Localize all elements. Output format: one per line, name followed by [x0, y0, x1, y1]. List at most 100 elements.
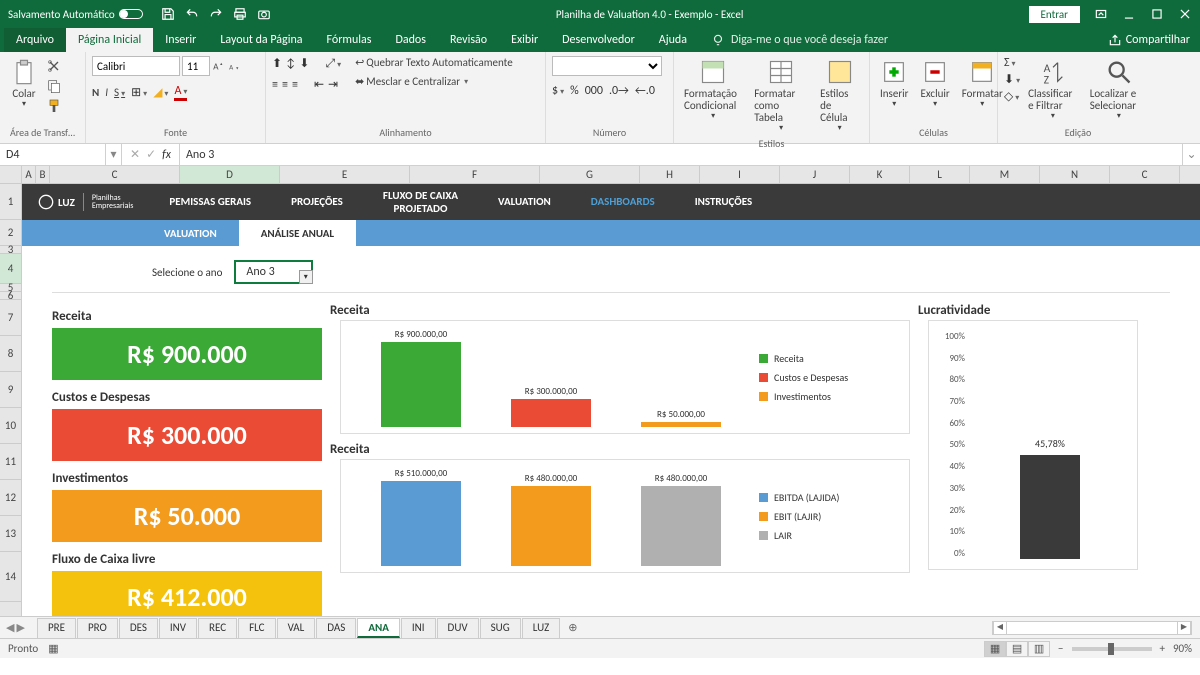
zoom-level[interactable]: 90% — [1173, 642, 1192, 655]
sheet-tab-DES[interactable]: DES — [119, 618, 158, 638]
close-icon[interactable] — [1178, 7, 1192, 21]
zoom-slider[interactable] — [1072, 647, 1152, 651]
fill-button[interactable]: ⬇ — [1004, 72, 1020, 87]
font-color-button[interactable]: A — [174, 84, 187, 101]
insert-cells-button[interactable]: Inserir▾ — [876, 56, 913, 111]
name-box[interactable]: D4 — [0, 144, 106, 165]
sheet-tab-PRO[interactable]: PRO — [77, 618, 118, 638]
col-header-K[interactable]: K — [850, 166, 910, 183]
dash-nav-instruções[interactable]: INSTRUÇÕES — [675, 195, 772, 208]
tab-exibir[interactable]: Exibir — [499, 28, 550, 52]
cell-styles-button[interactable]: Estilos de Célula▾ — [816, 56, 863, 135]
normal-view-button[interactable]: ▦ — [984, 641, 1006, 657]
percent-button[interactable]: % — [570, 84, 579, 98]
tab-layout[interactable]: Layout da Página — [208, 28, 314, 52]
tab-revisao[interactable]: Revisão — [438, 28, 499, 52]
increase-decimal-icon[interactable]: .0→ — [609, 84, 629, 98]
maximize-icon[interactable] — [1150, 7, 1164, 21]
cancel-formula-icon[interactable]: ✕ — [130, 147, 140, 162]
sort-filter-button[interactable]: AZ Classificar e Filtrar▾ — [1024, 56, 1082, 123]
format-as-table-button[interactable]: Formatar como Tabela▾ — [750, 56, 812, 135]
paste-button[interactable]: Colar▾ — [6, 56, 42, 111]
sheet-tab-DAS[interactable]: DAS — [316, 618, 356, 638]
align-bottom-icon[interactable]: ⬇ — [299, 56, 309, 71]
sheet-tab-FLC[interactable]: FLC — [238, 618, 275, 638]
enter-formula-icon[interactable]: ✓ — [146, 147, 156, 162]
fill-color-button[interactable]: ◢ — [153, 85, 168, 100]
horizontal-scrollbar[interactable]: ◀▶ — [992, 621, 1192, 635]
dash-nav-valuation[interactable]: VALUATION — [478, 195, 571, 208]
col-header-J[interactable]: J — [780, 166, 850, 183]
increase-font-icon[interactable]: A▴ — [212, 59, 226, 73]
tab-dados[interactable]: Dados — [383, 28, 437, 52]
tab-scroll-left[interactable]: ◀ — [6, 621, 14, 634]
autosave-toggle[interactable]: Salvamento Automático — [8, 8, 143, 21]
col-header-B[interactable]: B — [36, 166, 50, 183]
year-dropdown-icon[interactable]: ▾ — [299, 270, 313, 284]
col-header-F[interactable]: F — [410, 166, 540, 183]
sheet-tab-DUV[interactable]: DUV — [437, 618, 479, 638]
border-button[interactable]: ⊞ — [131, 85, 147, 100]
name-box-dropdown[interactable]: ▾ — [106, 144, 122, 165]
tab-desenvolvedor[interactable]: Desenvolvedor — [550, 28, 647, 52]
tab-arquivo[interactable]: Arquivo — [4, 28, 66, 52]
zoom-out-button[interactable]: − — [1058, 642, 1063, 655]
row-header-8[interactable]: 8 — [0, 336, 21, 372]
number-format-select[interactable] — [552, 56, 662, 76]
dash-nav-dashboards[interactable]: DASHBOARDS — [571, 195, 675, 208]
row-header-10[interactable]: 10 — [0, 408, 21, 444]
currency-button[interactable]: $ — [552, 84, 564, 98]
sheet-tab-INV[interactable]: INV — [159, 618, 197, 638]
save-icon[interactable] — [161, 7, 175, 21]
col-header-E[interactable]: E — [280, 166, 410, 183]
share-button[interactable]: Compartilhar — [1108, 28, 1200, 52]
col-header-I[interactable]: I — [700, 166, 780, 183]
dash-nav-pemissas-gerais[interactable]: PEMISSAS GERAIS — [149, 195, 271, 208]
profit-chart[interactable]: 100%90%80%70%60%50%40%30%20%10%0% 45,78% — [928, 320, 1138, 570]
row-header-9[interactable]: 9 — [0, 372, 21, 408]
increase-indent-icon[interactable]: ⇥ — [328, 77, 338, 92]
row-header-14[interactable]: 14 — [0, 552, 21, 602]
row-header-13[interactable]: 13 — [0, 516, 21, 552]
ribbon-options-icon[interactable] — [1094, 7, 1108, 21]
col-header-M[interactable]: M — [970, 166, 1040, 183]
col-header-L[interactable]: L — [910, 166, 970, 183]
formula-input[interactable]: Ano 3 — [180, 144, 1182, 165]
delete-cells-button[interactable]: Excluir▾ — [917, 56, 954, 111]
bold-button[interactable]: N — [92, 86, 99, 99]
chart2[interactable]: R$ 510.000,00R$ 480.000,00R$ 480.000,00 … — [340, 459, 910, 573]
align-left-icon[interactable]: ≡ — [272, 78, 278, 92]
worksheet[interactable]: LUZ PlanilhasEmpresariais PEMISSAS GERAI… — [22, 184, 1200, 616]
decrease-indent-icon[interactable]: ⇤ — [314, 77, 324, 92]
align-center-icon[interactable]: ≡ — [282, 78, 288, 92]
print-icon[interactable] — [233, 7, 247, 21]
tab-inserir[interactable]: Inserir — [153, 28, 208, 52]
sheet-tab-INI[interactable]: INI — [401, 618, 436, 638]
align-top-icon[interactable]: ⬆ — [272, 56, 282, 71]
find-select-button[interactable]: Localizar e Selecionar▾ — [1086, 56, 1152, 123]
subnav-valuation[interactable]: VALUATION — [142, 220, 239, 246]
sheet-tab-LUZ[interactable]: LUZ — [522, 618, 561, 638]
align-middle-icon[interactable]: ↕ — [286, 57, 295, 71]
zoom-in-button[interactable]: + — [1160, 642, 1165, 655]
select-all-corner[interactable] — [0, 166, 22, 183]
signin-button[interactable]: Entrar — [1029, 6, 1080, 23]
tell-me-search[interactable]: Diga-me o que você deseja fazer — [711, 28, 1108, 52]
subnav-análise-anual[interactable]: ANÁLISE ANUAL — [239, 220, 356, 246]
chart1[interactable]: R$ 900.000,00R$ 300.000,00R$ 50.000,00 R… — [340, 320, 910, 434]
col-header-H[interactable]: H — [640, 166, 700, 183]
year-select[interactable]: Ano 3 ▾ — [234, 260, 312, 284]
conditional-formatting-button[interactable]: Formatação Condicional▾ — [680, 56, 746, 123]
page-break-view-button[interactable]: ▥ — [1028, 641, 1050, 657]
decrease-decimal-icon[interactable]: ←.0 — [635, 84, 655, 98]
sheet-tab-VAL[interactable]: VAL — [277, 618, 316, 638]
col-header-N[interactable]: N — [1040, 166, 1110, 183]
clear-button[interactable]: ◇ — [1004, 89, 1020, 104]
row-header-6[interactable]: 6 — [0, 292, 21, 300]
sheet-tab-ANA[interactable]: ANA — [357, 618, 400, 638]
undo-icon[interactable] — [185, 7, 199, 21]
redo-icon[interactable] — [209, 7, 223, 21]
macro-record-icon[interactable]: ▦ — [48, 642, 58, 655]
sheet-tab-REC[interactable]: REC — [198, 618, 237, 638]
dash-nav-fluxo-de-caixa-projetado[interactable]: FLUXO DE CAIXAPROJETADO — [363, 189, 478, 215]
